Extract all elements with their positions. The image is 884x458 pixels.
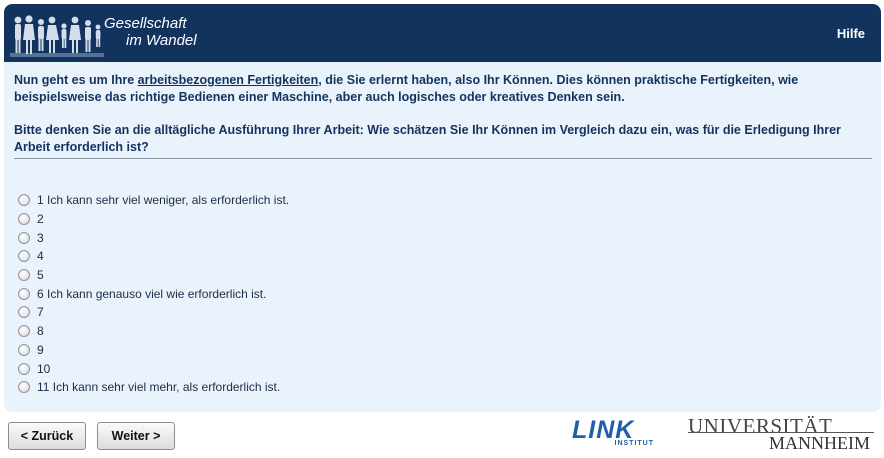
option-label: 9 xyxy=(37,342,44,357)
option-label: 10 xyxy=(37,361,51,376)
radio-button[interactable] xyxy=(18,306,30,319)
radio-button[interactable] xyxy=(18,381,30,394)
uni-logo-line-2: MANNHEIM xyxy=(769,433,870,453)
link-institut-logo: LINK INSTITUT xyxy=(572,417,656,449)
intro-before: Nun geht es um Ihre xyxy=(14,73,138,87)
option-3[interactable]: 3 xyxy=(18,228,289,247)
intro-underlined-term: arbeitsbezogenen Fertigkeiten xyxy=(137,73,319,87)
radio-button[interactable] xyxy=(18,213,30,226)
question-text: Bitte denken Sie an die alltägliche Ausf… xyxy=(14,123,841,154)
people-silhouettes-logo-icon xyxy=(10,15,104,57)
link-logo-sub: INSTITUT xyxy=(614,440,654,447)
question-area: Nun geht es um Ihre arbeitsbezogenen Fer… xyxy=(14,72,872,159)
option-label: 1 Ich kann sehr viel weniger, als erford… xyxy=(37,193,290,208)
survey-panel: Gesellschaft im Wandel Hilfe Nun geht es… xyxy=(4,4,881,412)
radio-button[interactable] xyxy=(18,269,30,282)
option-label: 6 Ich kann genauso viel wie erforderlich… xyxy=(37,286,267,301)
option-2[interactable]: 2 xyxy=(18,210,289,229)
logo-title: Gesellschaft im Wandel xyxy=(104,15,197,49)
logo-line-2: im Wandel xyxy=(126,32,197,49)
radio-button[interactable] xyxy=(18,362,30,375)
option-label: 8 xyxy=(37,324,44,339)
intro-text: Nun geht es um Ihre arbeitsbezogenen Fer… xyxy=(14,72,872,106)
option-label: 3 xyxy=(37,230,44,245)
radio-button[interactable] xyxy=(18,343,30,356)
option-4[interactable]: 4 xyxy=(18,247,289,266)
option-10[interactable]: 10 xyxy=(18,359,289,378)
option-label: 11 Ich kann sehr viel mehr, als erforder… xyxy=(37,380,281,395)
help-link[interactable]: Hilfe xyxy=(837,26,865,41)
divider xyxy=(14,158,872,159)
radio-button[interactable] xyxy=(18,231,30,244)
option-6[interactable]: 6 Ich kann genauso viel wie erforderlich… xyxy=(18,284,289,303)
option-8[interactable]: 8 xyxy=(18,322,289,341)
option-11[interactable]: 11 Ich kann sehr viel mehr, als erforder… xyxy=(18,378,289,397)
logo-line-1: Gesellschaft xyxy=(104,15,187,32)
radio-button[interactable] xyxy=(18,287,30,300)
back-button[interactable]: < Zurück xyxy=(8,422,86,450)
option-1[interactable]: 1 Ich kann sehr viel weniger, als erford… xyxy=(18,191,289,210)
radio-button[interactable] xyxy=(18,194,30,207)
answer-options: 1 Ich kann sehr viel weniger, als erford… xyxy=(18,191,289,397)
option-label: 4 xyxy=(37,249,44,264)
universitaet-mannheim-logo: UNIVERSITÄT MANNHEIM xyxy=(688,416,874,454)
option-label: 7 xyxy=(37,305,44,320)
option-9[interactable]: 9 xyxy=(18,341,289,360)
option-label: 5 xyxy=(37,268,44,283)
header-bar: Gesellschaft im Wandel Hilfe xyxy=(4,4,881,62)
radio-button[interactable] xyxy=(18,250,30,263)
radio-button[interactable] xyxy=(18,325,30,338)
option-7[interactable]: 7 xyxy=(18,303,289,322)
option-5[interactable]: 5 xyxy=(18,266,289,285)
next-button[interactable]: Weiter > xyxy=(97,422,175,450)
option-label: 2 xyxy=(37,212,44,227)
